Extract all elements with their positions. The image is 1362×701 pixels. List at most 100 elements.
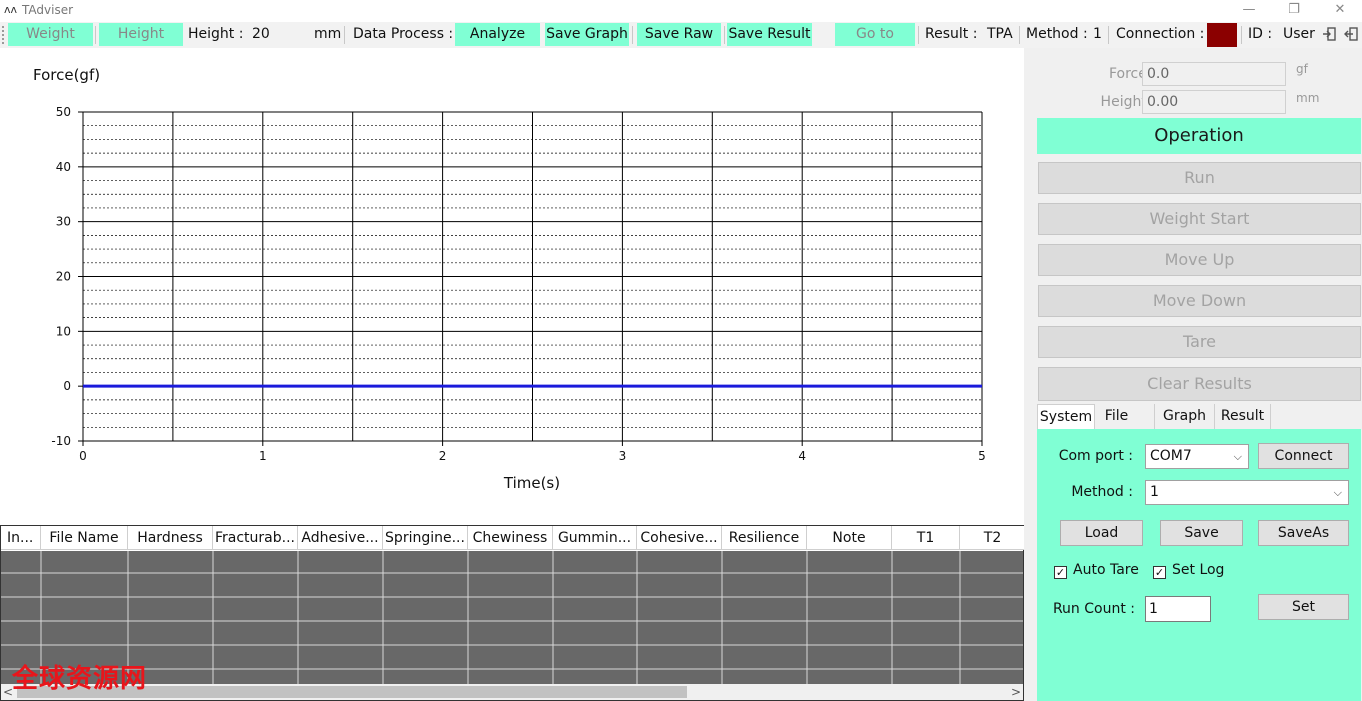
toolbar-separator: [1108, 26, 1109, 44]
set-button[interactable]: Set: [1258, 594, 1349, 620]
save-result-button[interactable]: Save Result: [727, 23, 812, 46]
weight-start-button[interactable]: Weight Start: [1038, 203, 1361, 235]
method-label: Method :: [1026, 26, 1088, 42]
auto-tare-checkbox[interactable]: ✓ Auto Tare: [1054, 562, 1139, 579]
toolbar-separator: [1019, 26, 1020, 44]
right-panel: Force : 0.0 gf Height : 0.00 mm Operatio…: [1024, 48, 1362, 701]
set-log-label: Set Log: [1172, 562, 1225, 578]
toolbar-separator: [918, 26, 919, 44]
x-tick-label: 2: [439, 449, 447, 463]
title-bar: ʌʌ TAdviser — ❐ ✕: [0, 0, 1362, 22]
toolbar: Weight Height Height : 20 mm Data Proces…: [0, 22, 1362, 48]
restore-icon[interactable]: ❐: [1283, 1, 1305, 19]
run-count-label: Run Count :: [1052, 601, 1135, 617]
horizontal-scrollbar[interactable]: < >: [1, 684, 1023, 700]
height-unit: mm: [314, 26, 342, 42]
y-tick-label: 50: [56, 105, 71, 119]
toolbar-separator: [344, 26, 345, 44]
close-icon[interactable]: ✕: [1329, 1, 1351, 19]
column-header[interactable]: T2: [960, 526, 1026, 550]
column-header[interactable]: Hardness: [128, 526, 213, 550]
move-up-button[interactable]: Move Up: [1038, 244, 1361, 276]
x-tick-label: 5: [978, 449, 986, 463]
run-button[interactable]: Run: [1038, 162, 1361, 194]
com-port-select[interactable]: COM7 ⌵: [1145, 444, 1249, 469]
tab-graph[interactable]: Graph: [1155, 404, 1215, 430]
logout-icon[interactable]: [1344, 27, 1358, 41]
settings-tabs: System File Graph Result: [1037, 404, 1362, 430]
table-body[interactable]: [1, 551, 1027, 685]
column-header[interactable]: Gummin...: [553, 526, 637, 550]
y-tick-label: 0: [63, 379, 71, 393]
column-header[interactable]: Note: [807, 526, 892, 550]
clear-results-button[interactable]: Clear Results: [1038, 367, 1361, 401]
saveas-button[interactable]: SaveAs: [1258, 520, 1349, 546]
method-select[interactable]: 1 ⌵: [1145, 480, 1349, 505]
column-header[interactable]: In...: [1, 526, 41, 550]
app-logo-icon: ʌʌ: [4, 3, 18, 16]
y-tick-label: 30: [56, 215, 71, 229]
toolbar-grip[interactable]: [2, 26, 5, 44]
connect-button[interactable]: Connect: [1258, 443, 1349, 469]
results-table[interactable]: In... File Name Hardness Fracturab... Adhesi…: [0, 525, 1027, 701]
method-select-value: 1: [1150, 484, 1159, 500]
tab-system[interactable]: System: [1037, 404, 1095, 430]
set-log-checkbox[interactable]: ✓ Set Log: [1153, 562, 1224, 579]
force-time-chart: Force(gf) Time(s) -10 0 10 20 30 40 50 0 1 2 3 4 5: [0, 48, 1022, 518]
analyze-button[interactable]: Analyze: [455, 23, 540, 46]
checkbox-checked-icon: ✓: [1153, 566, 1166, 579]
force-readout-field: 0.0: [1142, 62, 1286, 86]
height-button[interactable]: Height: [99, 23, 183, 46]
save-button[interactable]: Save: [1160, 520, 1243, 546]
id-label: ID :: [1248, 26, 1273, 42]
com-port-value: COM7: [1150, 448, 1192, 464]
height-readout-field: 0.00: [1142, 90, 1286, 114]
force-unit: gf: [1296, 62, 1308, 76]
column-header[interactable]: File Name: [41, 526, 128, 550]
tare-button[interactable]: Tare: [1038, 326, 1361, 358]
column-header[interactable]: Chewiness: [468, 526, 553, 550]
weight-button[interactable]: Weight: [8, 23, 93, 46]
column-header[interactable]: Fracturab...: [213, 526, 298, 550]
method-value: 1: [1093, 26, 1102, 42]
system-settings-panel: Com port : COM7 ⌵ Connect Method : 1 ⌵ L…: [1037, 429, 1361, 701]
column-header[interactable]: Cohesive...: [637, 526, 722, 550]
y-tick-label: 20: [56, 270, 71, 284]
scroll-right-icon[interactable]: >: [1009, 684, 1023, 700]
column-header[interactable]: T1: [892, 526, 960, 550]
table-grid-lines: [1, 551, 1027, 685]
minimize-icon[interactable]: —: [1238, 1, 1260, 19]
save-raw-button[interactable]: Save Raw: [637, 23, 721, 46]
x-tick-label: 1: [259, 449, 267, 463]
x-tick-label: 4: [798, 449, 806, 463]
y-tick-label: 10: [56, 324, 71, 338]
column-header[interactable]: Springine...: [383, 526, 468, 550]
window-title: TAdviser: [22, 3, 74, 17]
column-header[interactable]: Adhesive...: [298, 526, 383, 550]
connection-label: Connection :: [1116, 26, 1205, 42]
save-graph-button[interactable]: Save Graph: [545, 23, 629, 46]
height-input[interactable]: 20: [252, 23, 270, 46]
watermark-text: 全球资源网: [12, 664, 148, 694]
connection-indicator: [1207, 23, 1237, 47]
run-count-input[interactable]: 1: [1145, 596, 1211, 622]
y-axis-label: Force(gf): [33, 66, 100, 84]
column-header[interactable]: Resilience: [722, 526, 807, 550]
user-id-value: User: [1283, 26, 1315, 42]
height-label: Height :: [188, 26, 244, 42]
tab-file[interactable]: File: [1095, 404, 1155, 430]
operation-header: Operation: [1037, 118, 1361, 154]
move-down-button[interactable]: Move Down: [1038, 285, 1361, 317]
x-tick-label: 3: [619, 449, 627, 463]
login-icon[interactable]: [1322, 27, 1336, 41]
checkbox-checked-icon: ✓: [1054, 566, 1067, 579]
goto-button[interactable]: Go to: [835, 23, 915, 46]
chevron-down-icon: ⌵: [1333, 486, 1342, 499]
auto-tare-label: Auto Tare: [1073, 562, 1139, 578]
y-tick-label: 40: [56, 160, 71, 174]
load-button[interactable]: Load: [1060, 520, 1143, 546]
data-process-label: Data Process :: [353, 26, 454, 42]
toolbar-separator: [95, 26, 96, 44]
chevron-down-icon: ⌵: [1233, 450, 1242, 463]
tab-result[interactable]: Result: [1215, 404, 1271, 430]
